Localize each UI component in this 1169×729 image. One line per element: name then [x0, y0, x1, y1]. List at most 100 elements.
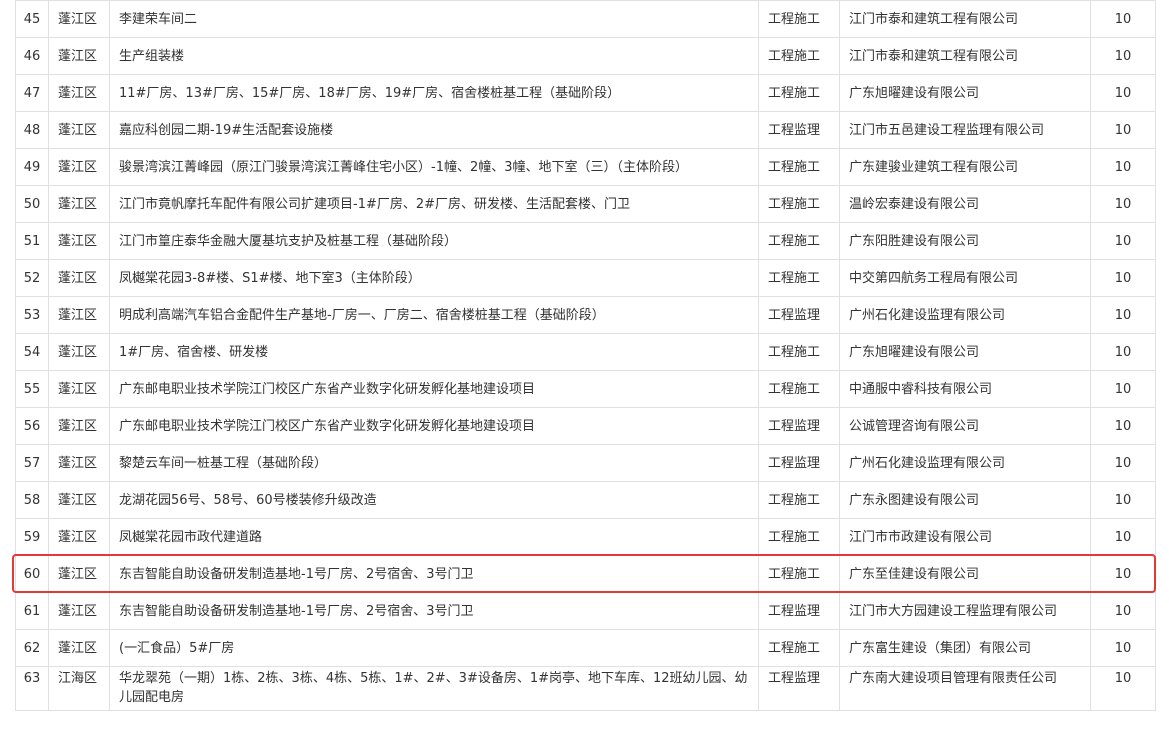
table-row: 61 蓬江区 东吉智能自助设备研发制造基地-1号厂房、2号宿舍、3号门卫 工程监… [15, 592, 1156, 630]
project-name-cell: 黎楚云车间一桩基工程（基础阶段） [109, 444, 759, 482]
type-cell: 工程监理 [758, 111, 840, 149]
district-cell: 蓬江区 [48, 222, 110, 260]
row-number: 60 [15, 555, 49, 593]
company-cell: 江门市五邑建设工程监理有限公司 [839, 111, 1091, 149]
row-number: 55 [15, 370, 49, 408]
project-name-cell: 生产组装楼 [109, 37, 759, 75]
type-cell: 工程施工 [758, 555, 840, 593]
project-name-cell: 东吉智能自助设备研发制造基地-1号厂房、2号宿舍、3号门卫 [109, 592, 759, 630]
type-cell: 工程施工 [758, 37, 840, 75]
type-cell: 工程监理 [758, 407, 840, 445]
type-cell: 工程施工 [758, 74, 840, 112]
table-row: 56 蓬江区 广东邮电职业技术学院江门校区广东省产业数字化研发孵化基地建设项目 … [15, 407, 1156, 445]
score-cell: 10 [1090, 296, 1156, 334]
company-cell: 广东至佳建设有限公司 [839, 555, 1091, 593]
district-cell: 蓬江区 [48, 444, 110, 482]
company-cell: 中交第四航务工程局有限公司 [839, 259, 1091, 297]
district-cell: 蓬江区 [48, 37, 110, 75]
type-cell: 工程施工 [758, 370, 840, 408]
table-body: 45 蓬江区 李建荣车间二 工程施工 江门市泰和建筑工程有限公司 10 46 蓬… [15, 0, 1156, 711]
table-row: 62 蓬江区 (一汇食品）5#厂房 工程施工 广东富生建设（集团）有限公司 10 [15, 629, 1156, 667]
row-number: 54 [15, 333, 49, 371]
district-cell: 蓬江区 [48, 370, 110, 408]
row-number: 50 [15, 185, 49, 223]
score-cell: 10 [1090, 222, 1156, 260]
row-number: 57 [15, 444, 49, 482]
company-cell: 广东旭曜建设有限公司 [839, 74, 1091, 112]
district-cell: 蓬江区 [48, 629, 110, 667]
project-name-cell: 华龙翠苑（一期）1栋、2栋、3栋、4栋、5栋、1#、2#、3#设备房、1#岗亭、… [109, 666, 759, 711]
type-cell: 工程监理 [758, 666, 840, 711]
project-name-cell: 东吉智能自助设备研发制造基地-1号厂房、2号宿舍、3号门卫 [109, 555, 759, 593]
project-name-cell: 11#厂房、13#厂房、15#厂房、18#厂房、19#厂房、宿舍楼桩基工程（基础… [109, 74, 759, 112]
table-row: 49 蓬江区 骏景湾滨江菁峰园（原江门骏景湾滨江菁峰住宅小区）-1幢、2幢、3幢… [15, 148, 1156, 186]
table-row: 46 蓬江区 生产组装楼 工程施工 江门市泰和建筑工程有限公司 10 [15, 37, 1156, 75]
row-number: 62 [15, 629, 49, 667]
row-number: 56 [15, 407, 49, 445]
type-cell: 工程监理 [758, 592, 840, 630]
score-cell: 10 [1090, 0, 1156, 38]
district-cell: 蓬江区 [48, 74, 110, 112]
company-cell: 广州石化建设监理有限公司 [839, 444, 1091, 482]
score-cell: 10 [1090, 74, 1156, 112]
type-cell: 工程施工 [758, 259, 840, 297]
table-row: 45 蓬江区 李建荣车间二 工程施工 江门市泰和建筑工程有限公司 10 [15, 0, 1156, 38]
project-name-cell: 龙湖花园56号、58号、60号楼装修升级改造 [109, 481, 759, 519]
type-cell: 工程施工 [758, 222, 840, 260]
table-row: 53 蓬江区 明成利高端汽车铝合金配件生产基地-厂房一、厂房二、宿舍楼桩基工程（… [15, 296, 1156, 334]
row-number: 61 [15, 592, 49, 630]
type-cell: 工程施工 [758, 148, 840, 186]
project-name-cell: 1#厂房、宿舍楼、研发楼 [109, 333, 759, 371]
company-cell: 广东建骏业建筑工程有限公司 [839, 148, 1091, 186]
district-cell: 蓬江区 [48, 296, 110, 334]
row-number: 53 [15, 296, 49, 334]
project-name-cell: 广东邮电职业技术学院江门校区广东省产业数字化研发孵化基地建设项目 [109, 370, 759, 408]
type-cell: 工程施工 [758, 481, 840, 519]
score-cell: 10 [1090, 111, 1156, 149]
district-cell: 蓬江区 [48, 148, 110, 186]
project-name-cell: 江门市竟帆摩托车配件有限公司扩建项目-1#厂房、2#厂房、研发楼、生活配套楼、门… [109, 185, 759, 223]
district-cell: 蓬江区 [48, 333, 110, 371]
table-row: 50 蓬江区 江门市竟帆摩托车配件有限公司扩建项目-1#厂房、2#厂房、研发楼、… [15, 185, 1156, 223]
project-name-cell: 凤樾棠花园3-8#楼、S1#楼、地下室3（主体阶段） [109, 259, 759, 297]
project-name-cell: 骏景湾滨江菁峰园（原江门骏景湾滨江菁峰住宅小区）-1幢、2幢、3幢、地下室（三）… [109, 148, 759, 186]
score-cell: 10 [1090, 555, 1156, 593]
table-row: 47 蓬江区 11#厂房、13#厂房、15#厂房、18#厂房、19#厂房、宿舍楼… [15, 74, 1156, 112]
project-name-cell: 李建荣车间二 [109, 0, 759, 38]
score-cell: 10 [1090, 666, 1156, 711]
company-cell: 广东旭曜建设有限公司 [839, 333, 1091, 371]
company-cell: 广州石化建设监理有限公司 [839, 296, 1091, 334]
type-cell: 工程监理 [758, 444, 840, 482]
table-row: 57 蓬江区 黎楚云车间一桩基工程（基础阶段） 工程监理 广州石化建设监理有限公… [15, 444, 1156, 482]
district-cell: 蓬江区 [48, 185, 110, 223]
data-table: 45 蓬江区 李建荣车间二 工程施工 江门市泰和建筑工程有限公司 10 46 蓬… [15, 0, 1156, 711]
row-number: 48 [15, 111, 49, 149]
score-cell: 10 [1090, 259, 1156, 297]
company-cell: 江门市大方园建设工程监理有限公司 [839, 592, 1091, 630]
project-name-cell: 嘉应科创园二期-19#生活配套设施楼 [109, 111, 759, 149]
project-name-cell: 明成利高端汽车铝合金配件生产基地-厂房一、厂房二、宿舍楼桩基工程（基础阶段） [109, 296, 759, 334]
row-number: 49 [15, 148, 49, 186]
table-row: 58 蓬江区 龙湖花园56号、58号、60号楼装修升级改造 工程施工 广东永图建… [15, 481, 1156, 519]
row-number: 46 [15, 37, 49, 75]
company-cell: 江门市泰和建筑工程有限公司 [839, 0, 1091, 38]
table-row: 55 蓬江区 广东邮电职业技术学院江门校区广东省产业数字化研发孵化基地建设项目 … [15, 370, 1156, 408]
table-row: 51 蓬江区 江门市篁庄泰华金融大厦基坑支护及桩基工程（基础阶段） 工程施工 广… [15, 222, 1156, 260]
company-cell: 广东富生建设（集团）有限公司 [839, 629, 1091, 667]
score-cell: 10 [1090, 185, 1156, 223]
score-cell: 10 [1090, 333, 1156, 371]
table-row: 52 蓬江区 凤樾棠花园3-8#楼、S1#楼、地下室3（主体阶段） 工程施工 中… [15, 259, 1156, 297]
company-cell: 江门市泰和建筑工程有限公司 [839, 37, 1091, 75]
row-number: 51 [15, 222, 49, 260]
row-number: 47 [15, 74, 49, 112]
score-cell: 10 [1090, 481, 1156, 519]
row-number: 45 [15, 0, 49, 38]
project-name-cell: 江门市篁庄泰华金融大厦基坑支护及桩基工程（基础阶段） [109, 222, 759, 260]
project-name-cell: 凤樾棠花园市政代建道路 [109, 518, 759, 556]
district-cell: 蓬江区 [48, 481, 110, 519]
table-row: 48 蓬江区 嘉应科创园二期-19#生活配套设施楼 工程监理 江门市五邑建设工程… [15, 111, 1156, 149]
district-cell: 蓬江区 [48, 0, 110, 38]
district-cell: 蓬江区 [48, 555, 110, 593]
score-cell: 10 [1090, 629, 1156, 667]
company-cell: 中通服中睿科技有限公司 [839, 370, 1091, 408]
